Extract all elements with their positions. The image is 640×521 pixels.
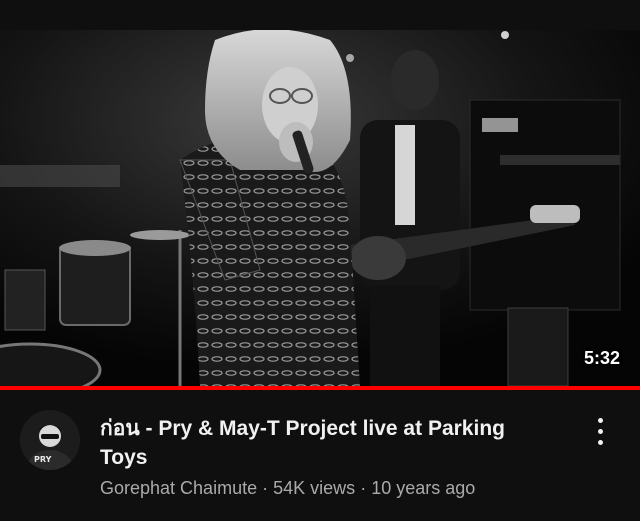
video-metadata-line: Gorephat Chaimute · 54K views · 10 years… bbox=[100, 478, 475, 499]
video-card[interactable]: 5:32 bbox=[0, 30, 640, 390]
video-duration-badge: 5:32 bbox=[583, 348, 620, 368]
avatar-image: PRY bbox=[20, 410, 80, 470]
view-count: 54K views bbox=[273, 478, 356, 498]
video-title[interactable]: ก่อน - Pry & May-T Project live at Parki… bbox=[100, 414, 540, 472]
meta-separator: · bbox=[360, 478, 367, 498]
video-details: PRY ก่อน - Pry & May-T Project live at P… bbox=[0, 390, 640, 521]
meta-separator: · bbox=[262, 478, 269, 498]
top-strip bbox=[0, 0, 640, 30]
video-thumbnail[interactable] bbox=[0, 30, 640, 386]
upload-age: 10 years ago bbox=[371, 478, 476, 498]
avatar-text: PRY bbox=[34, 455, 52, 464]
channel-name[interactable]: Gorephat Chaimute bbox=[100, 478, 257, 498]
more-vertical-icon[interactable] bbox=[592, 416, 608, 448]
channel-avatar[interactable]: PRY bbox=[20, 410, 80, 470]
